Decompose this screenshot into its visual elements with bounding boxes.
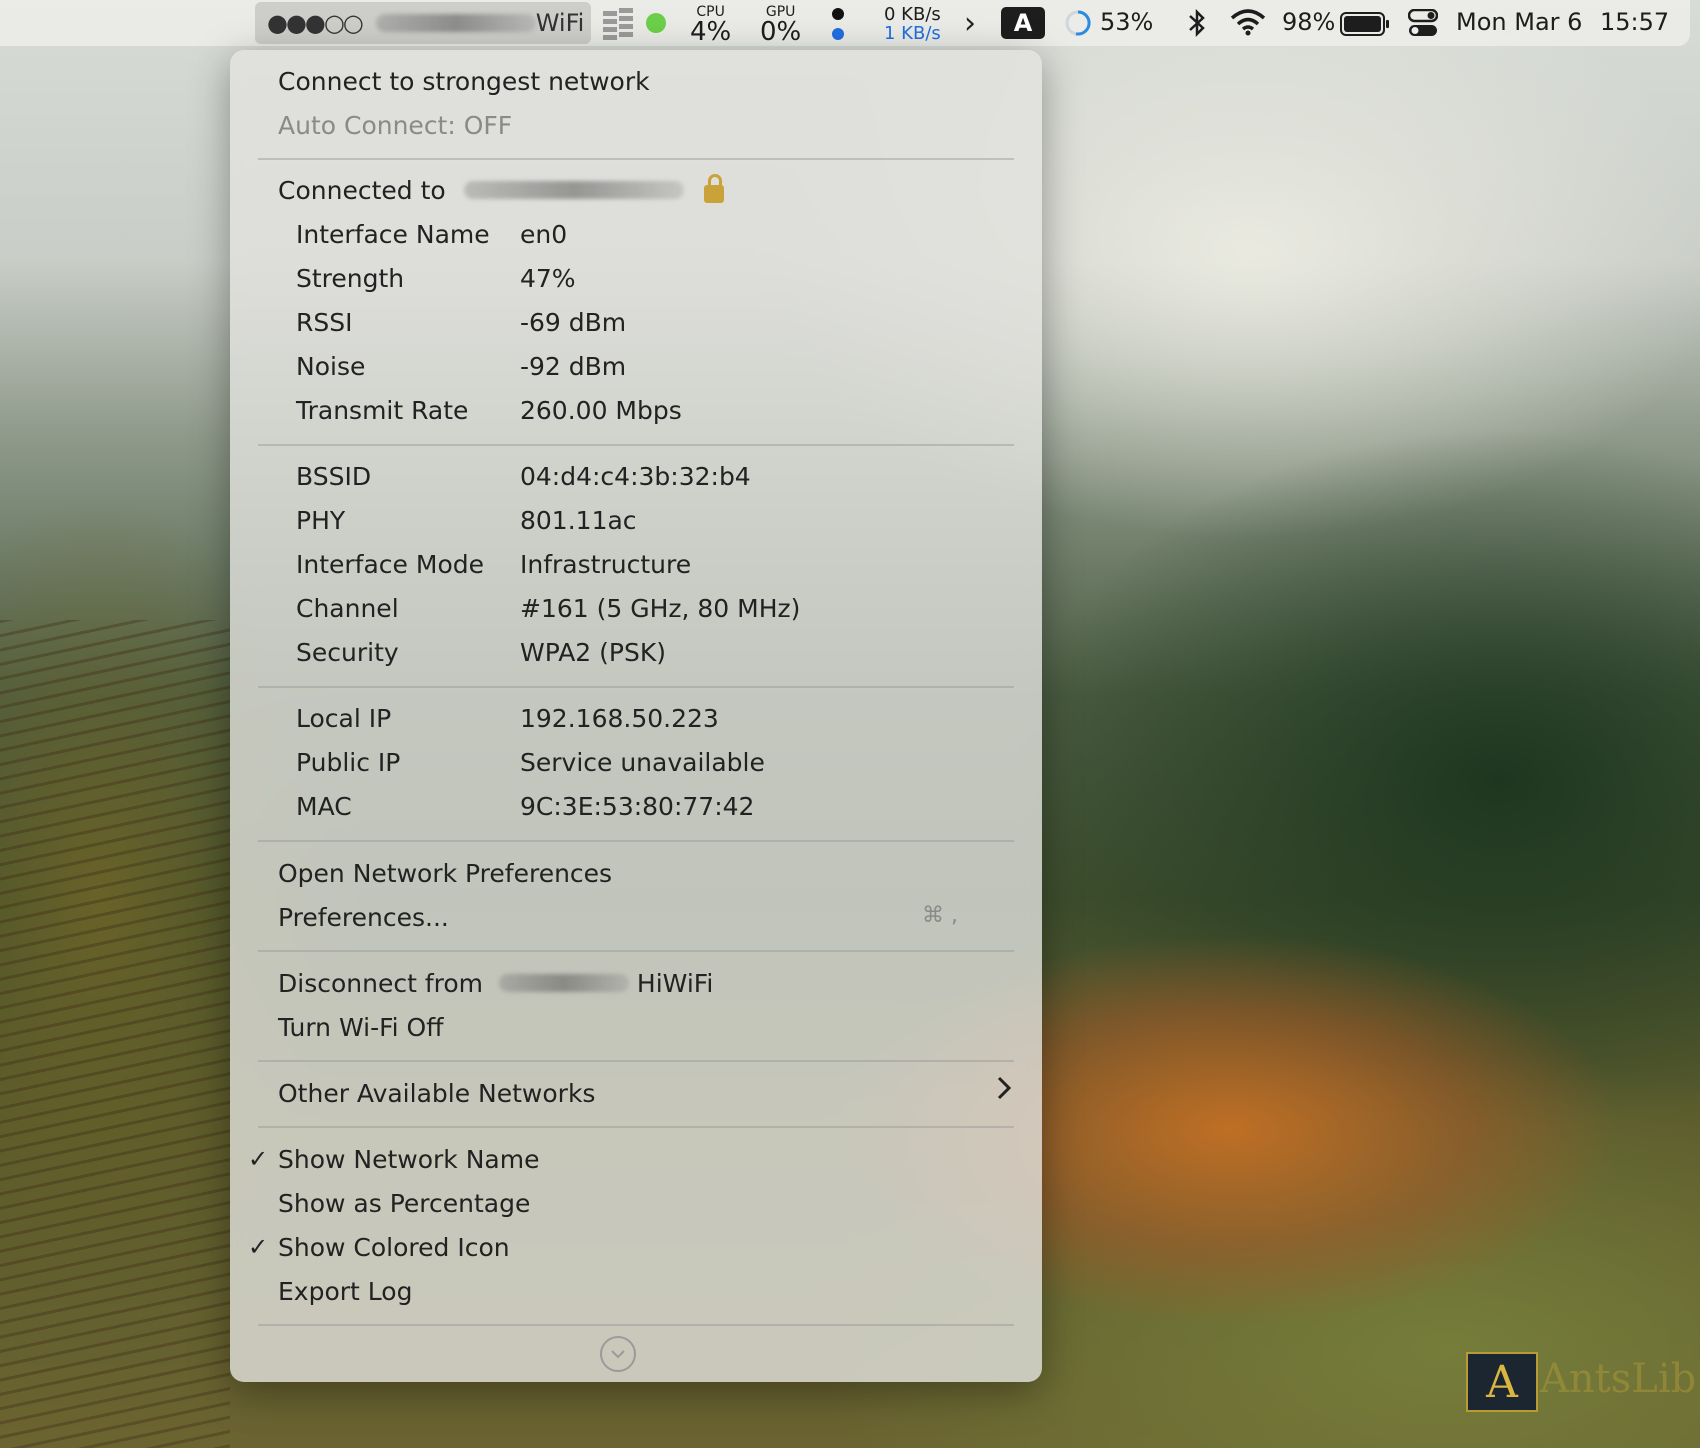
detail-value: Service unavailable bbox=[520, 748, 765, 777]
detail-label: Interface Mode bbox=[296, 550, 484, 579]
detail-value: 04:d4:c4:3b:32:b4 bbox=[520, 462, 751, 491]
detail-label: Security bbox=[296, 638, 399, 667]
ring-value: 53% bbox=[1100, 8, 1154, 36]
separator bbox=[258, 1060, 1014, 1062]
detail-label: Channel bbox=[296, 594, 399, 623]
menubar-time[interactable]: 15:57 bbox=[1600, 8, 1669, 36]
detail-label: BSSID bbox=[296, 462, 372, 491]
detail-value: Infrastructure bbox=[520, 550, 692, 579]
battery-icon[interactable] bbox=[1340, 11, 1390, 37]
traffic-indicator-icon bbox=[832, 8, 844, 40]
detail-label: Noise bbox=[296, 352, 366, 381]
lock-icon bbox=[703, 174, 724, 203]
redacted-network-name bbox=[498, 974, 629, 992]
preferences-label: Preferences... bbox=[278, 903, 449, 932]
detail-label: RSSI bbox=[296, 308, 353, 337]
separator bbox=[258, 686, 1014, 688]
detail-value: 801.11ac bbox=[520, 506, 637, 535]
menu-bar: ●●●○○ WiFi CPU 4% GPU 0% 0 KB/s 1 KB/s ›… bbox=[0, 0, 1690, 46]
open-network-preferences-item[interactable]: Open Network Preferences bbox=[278, 859, 612, 888]
disconnect-item[interactable]: Disconnect from HiWiFi bbox=[278, 969, 713, 998]
scroll-down-icon[interactable] bbox=[600, 1336, 636, 1372]
detail-label: Public IP bbox=[296, 748, 401, 777]
separator bbox=[258, 444, 1014, 446]
separator bbox=[258, 1324, 1014, 1326]
redacted-network-name bbox=[375, 14, 536, 32]
other-networks-item[interactable]: Other Available Networks bbox=[278, 1079, 994, 1108]
detail-label: MAC bbox=[296, 792, 352, 821]
show-colored-icon-item[interactable]: Show Colored Icon bbox=[278, 1233, 510, 1262]
chevron-right-icon[interactable]: › bbox=[964, 6, 976, 41]
detail-value: 47% bbox=[520, 264, 576, 293]
detail-label: PHY bbox=[296, 506, 346, 535]
disconnect-label: Disconnect from bbox=[278, 969, 484, 998]
memory-bars-icon[interactable] bbox=[603, 8, 633, 40]
connect-strongest-item[interactable]: Connect to strongest network bbox=[278, 67, 650, 96]
other-networks-label: Other Available Networks bbox=[278, 1079, 596, 1108]
net-download: 1 KB/s bbox=[884, 22, 941, 44]
checkmark-icon: ✓ bbox=[248, 1145, 269, 1173]
input-source-icon[interactable]: A bbox=[1001, 7, 1045, 39]
separator bbox=[258, 950, 1014, 952]
turn-wifi-off-item[interactable]: Turn Wi-Fi Off bbox=[278, 1013, 443, 1042]
detail-value: WPA2 (PSK) bbox=[520, 638, 666, 667]
detail-label: Strength bbox=[296, 264, 405, 293]
bluetooth-icon[interactable] bbox=[1186, 8, 1208, 38]
gpu-stat[interactable]: GPU 0% bbox=[760, 5, 801, 45]
wifi-signal-dots: ●●●○○ bbox=[267, 9, 364, 37]
wifi-name-suffix: WiFi bbox=[535, 9, 585, 37]
separator bbox=[258, 1126, 1014, 1128]
connected-to-label: Connected to bbox=[278, 176, 446, 205]
detail-label: Local IP bbox=[296, 704, 392, 733]
wifi-icon[interactable] bbox=[1230, 8, 1266, 36]
detail-value: -92 dBm bbox=[520, 352, 627, 381]
detail-label: Transmit Rate bbox=[296, 396, 469, 425]
watermark-logo: A bbox=[1466, 1352, 1538, 1412]
detail-value: 192.168.50.223 bbox=[520, 704, 719, 733]
status-green-dot-icon bbox=[646, 13, 666, 33]
disconnect-network-suffix: HiWiFi bbox=[636, 969, 714, 998]
export-log-item[interactable]: Export Log bbox=[278, 1277, 412, 1306]
detail-value: 260.00 Mbps bbox=[520, 396, 682, 425]
menubar-date[interactable]: Mon Mar 6 bbox=[1456, 8, 1582, 36]
detail-value: -69 dBm bbox=[520, 308, 627, 337]
gpu-value: 0% bbox=[760, 17, 802, 47]
detail-value: #161 (5 GHz, 80 MHz) bbox=[520, 594, 801, 623]
detail-label: Interface Name bbox=[296, 220, 490, 249]
battery-percent: 98% bbox=[1282, 8, 1336, 36]
preferences-shortcut: ⌘ , bbox=[922, 903, 958, 928]
cpu-stat[interactable]: CPU 4% bbox=[690, 5, 731, 45]
separator bbox=[258, 158, 1014, 160]
chevron-right-icon bbox=[996, 1074, 1012, 1109]
detail-value: 9C:3E:53:80:77:42 bbox=[520, 792, 755, 821]
show-as-percentage-item[interactable]: Show as Percentage bbox=[278, 1189, 530, 1218]
auto-connect-item: Auto Connect: OFF bbox=[278, 111, 513, 140]
wifi-dropdown-menu: Connect to strongest network Auto Connec… bbox=[230, 50, 1042, 1382]
vineyard-background bbox=[0, 620, 230, 1448]
cpu-value: 4% bbox=[690, 17, 732, 47]
checkmark-icon: ✓ bbox=[248, 1233, 269, 1261]
wifi-status-menu[interactable]: ●●●○○ WiFi bbox=[255, 2, 591, 44]
progress-ring-icon[interactable] bbox=[1064, 9, 1092, 37]
preferences-item[interactable]: Preferences... ⌘ , bbox=[278, 903, 994, 932]
show-network-name-item[interactable]: Show Network Name bbox=[278, 1145, 540, 1174]
watermark-text: AntsLib bbox=[1540, 1356, 1697, 1402]
redacted-network-name bbox=[463, 181, 684, 199]
connected-to-header: Connected to bbox=[278, 174, 724, 205]
separator bbox=[258, 840, 1014, 842]
network-speed[interactable]: 0 KB/s 1 KB/s bbox=[884, 5, 941, 44]
detail-value: en0 bbox=[520, 220, 568, 249]
control-center-icon[interactable] bbox=[1408, 9, 1438, 37]
